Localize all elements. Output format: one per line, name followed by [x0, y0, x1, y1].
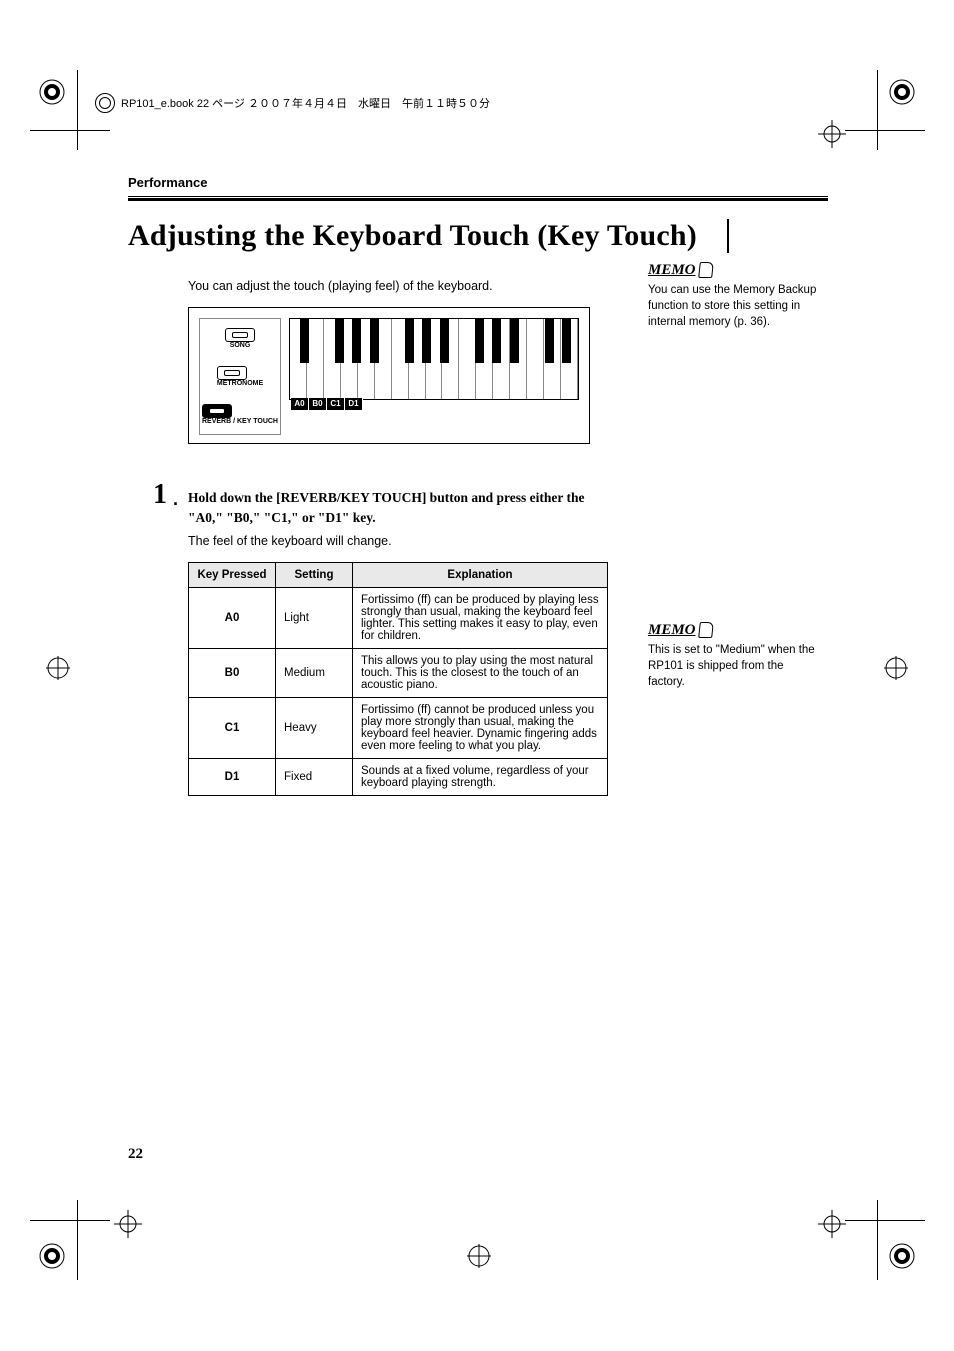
file-header-text: RP101_e.book 22 ページ ２００７年４月４日 水曜日 午前１１時５…: [121, 95, 490, 111]
th-explanation: Explanation: [353, 563, 608, 588]
crop-line: [77, 70, 78, 150]
rule: [128, 198, 828, 201]
step-1: 1 . Hold down the [REVERB/KEY TOUCH] but…: [153, 484, 828, 528]
cell-explanation: Sounds at a fixed volume, regardless of …: [353, 759, 608, 796]
table-row: C1HeavyFortissimo (ff) cannot be produce…: [189, 698, 608, 759]
keyboard-graphic: [289, 318, 579, 400]
song-label: SONG: [225, 342, 255, 349]
keylabel: C1: [327, 398, 345, 410]
step-dot: .: [173, 484, 178, 514]
keylabel: D1: [345, 398, 363, 410]
reverb-label: REVERB / KEY TOUCH: [202, 418, 278, 426]
th-key: Key Pressed: [189, 563, 276, 588]
reg-mark-bl: [38, 1242, 66, 1270]
button-panel: SONG METRONOME REVERB / KEY TOUCH: [199, 318, 281, 435]
key-label-strip: A0 B0 C1 D1: [291, 398, 363, 410]
memo-icon: MEMO: [648, 262, 713, 278]
crop-line: [845, 1220, 925, 1221]
cell-setting: Fixed: [276, 759, 353, 796]
memo-text: This is set to "Medium" when the RP101 i…: [648, 642, 818, 690]
reg-mark-tl: [38, 78, 66, 106]
cell-explanation: Fortissimo (ff) can be produced by playi…: [353, 588, 608, 649]
cross-mark-l: [44, 654, 72, 682]
cell-key: A0: [189, 588, 276, 649]
book-icon: [95, 93, 115, 113]
memo-text: You can use the Memory Backup function t…: [648, 282, 818, 330]
keylabel: A0: [291, 398, 309, 410]
title-block: Adjusting the Keyboard Touch (Key Touch): [128, 219, 729, 253]
memo-2: MEMO This is set to "Medium" when the RP…: [648, 622, 818, 690]
crop-line: [877, 1200, 878, 1280]
crop-line: [30, 1220, 110, 1221]
keyboard-diagram: SONG METRONOME REVERB / KEY TOUCH A0 B0 …: [188, 307, 590, 444]
table-row: D1FixedSounds at a fixed volume, regardl…: [189, 759, 608, 796]
cell-key: B0: [189, 649, 276, 698]
align-mark: [818, 1210, 846, 1238]
reg-mark-tr: [888, 78, 916, 106]
reverb-button-graphic: [202, 404, 232, 418]
crop-line: [30, 130, 110, 131]
section-heading: Performance: [128, 175, 828, 190]
table-row: A0LightFortissimo (ff) can be produced b…: [189, 588, 608, 649]
align-mark: [818, 120, 846, 148]
cross-mark-r: [882, 654, 910, 682]
cell-key: D1: [189, 759, 276, 796]
th-setting: Setting: [276, 563, 353, 588]
cell-key: C1: [189, 698, 276, 759]
rule: [128, 196, 828, 197]
cell-explanation: Fortissimo (ff) cannot be produced unles…: [353, 698, 608, 759]
metronome-button-graphic: [217, 366, 247, 380]
step-text: Hold down the [REVERB/KEY TOUCH] button …: [188, 484, 618, 528]
align-mark: [114, 1210, 142, 1238]
page-number: 22: [128, 1146, 143, 1163]
cell-setting: Heavy: [276, 698, 353, 759]
crop-line: [877, 70, 878, 150]
keylabel: B0: [309, 398, 327, 410]
song-button-graphic: [225, 328, 255, 342]
table-row: B0MediumThis allows you to play using th…: [189, 649, 608, 698]
metronome-label: METRONOME: [217, 380, 263, 387]
step-number: 1: [153, 484, 167, 506]
crop-line: [77, 1200, 78, 1280]
cell-setting: Medium: [276, 649, 353, 698]
crop-line: [845, 130, 925, 131]
cell-setting: Light: [276, 588, 353, 649]
cell-explanation: This allows you to play using the most n…: [353, 649, 608, 698]
file-header: RP101_e.book 22 ページ ２００７年４月４日 水曜日 午前１１時５…: [95, 93, 490, 113]
reg-mark-br: [888, 1242, 916, 1270]
settings-table: Key Pressed Setting Explanation A0LightF…: [188, 562, 608, 796]
page-title: Adjusting the Keyboard Touch (Key Touch): [128, 219, 697, 253]
step-result: The feel of the keyboard will change.: [188, 534, 828, 548]
cross-mark-b: [465, 1242, 493, 1270]
memo-icon: MEMO: [648, 622, 713, 638]
memo-1: MEMO You can use the Memory Backup funct…: [648, 262, 818, 330]
